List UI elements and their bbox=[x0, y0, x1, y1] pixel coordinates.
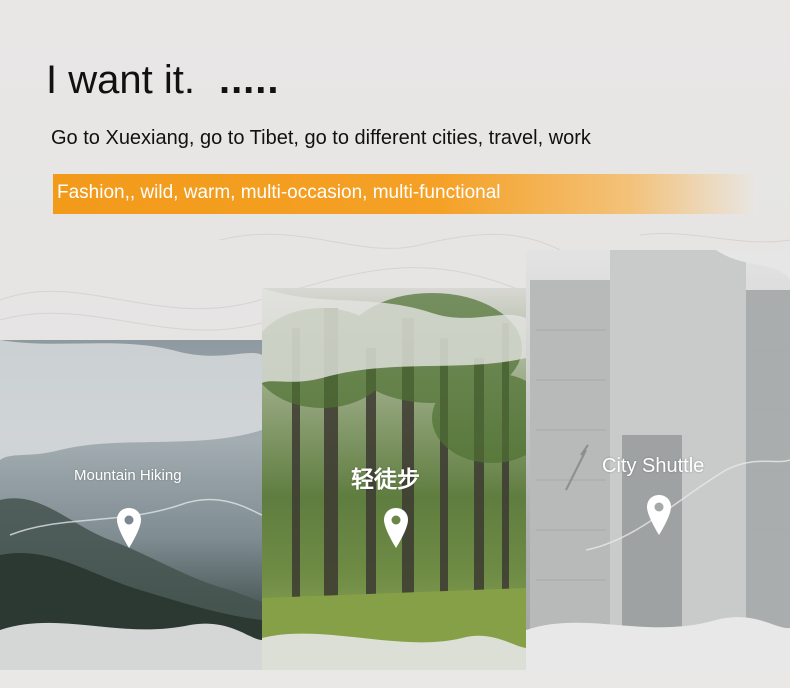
location-pin-icon bbox=[117, 508, 141, 548]
subline: Go to Xuexiang, go to Tibet, go to diffe… bbox=[51, 127, 591, 149]
mountain-scene-image bbox=[0, 340, 262, 670]
feature-banner: Fashion,, wild, warm, multi-occasion, mu… bbox=[53, 174, 758, 214]
headline-text: I want it. bbox=[46, 58, 195, 102]
page: I want it...... Go to Xuexiang, go to Ti… bbox=[0, 0, 790, 688]
location-pin-icon bbox=[384, 508, 408, 548]
headline: I want it...... bbox=[46, 58, 280, 103]
mountain-hiking-label: Mountain Hiking bbox=[74, 467, 182, 484]
mountain-hiking-panel bbox=[0, 340, 262, 670]
headline-dots: ..... bbox=[218, 58, 280, 102]
banner-text: Fashion,, wild, warm, multi-occasion, mu… bbox=[57, 182, 501, 203]
location-pin-icon bbox=[647, 495, 671, 535]
city-shuttle-label: City Shuttle bbox=[602, 455, 705, 477]
light-hiking-label: 轻徒步 bbox=[351, 467, 420, 493]
